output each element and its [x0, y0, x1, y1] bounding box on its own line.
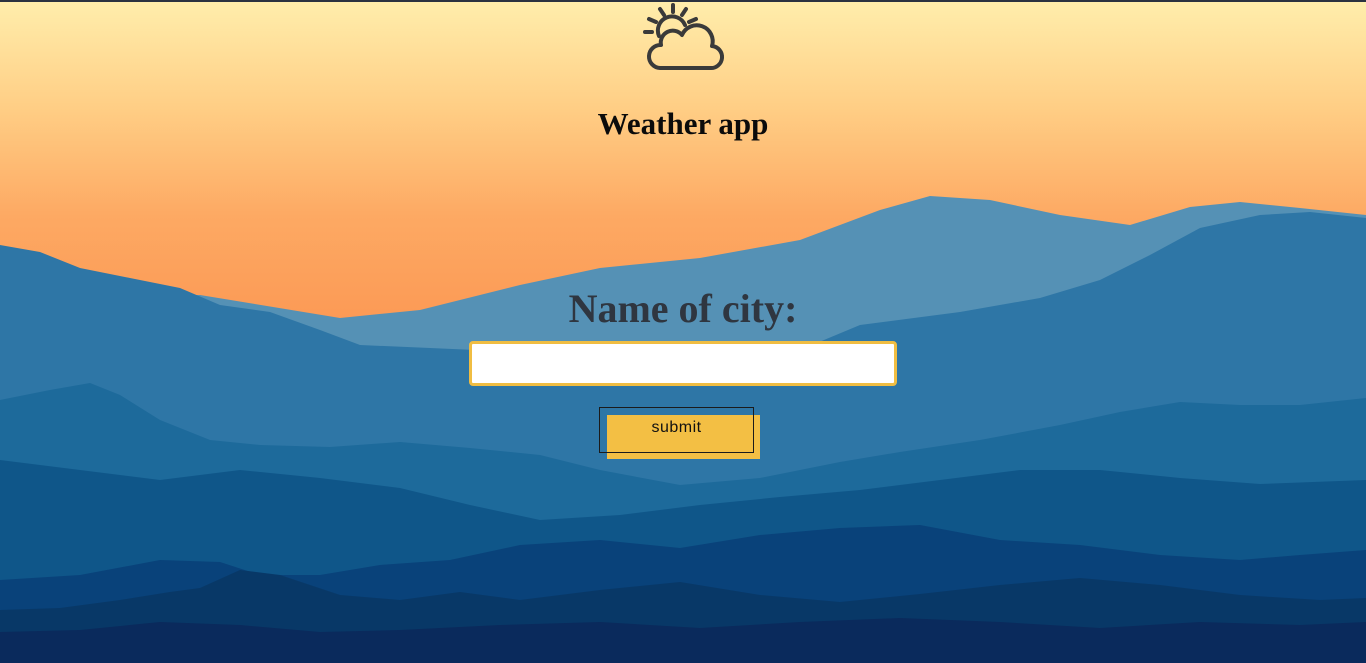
submit-button-group: submit [599, 407, 761, 460]
city-name-label: Name of city: [568, 286, 798, 331]
top-border [0, 0, 1366, 2]
partly-cloudy-sun-icon [643, 3, 725, 71]
submit-button[interactable]: submit [599, 407, 754, 453]
city-name-input[interactable] [469, 341, 897, 386]
app-title: Weather app [597, 106, 769, 141]
